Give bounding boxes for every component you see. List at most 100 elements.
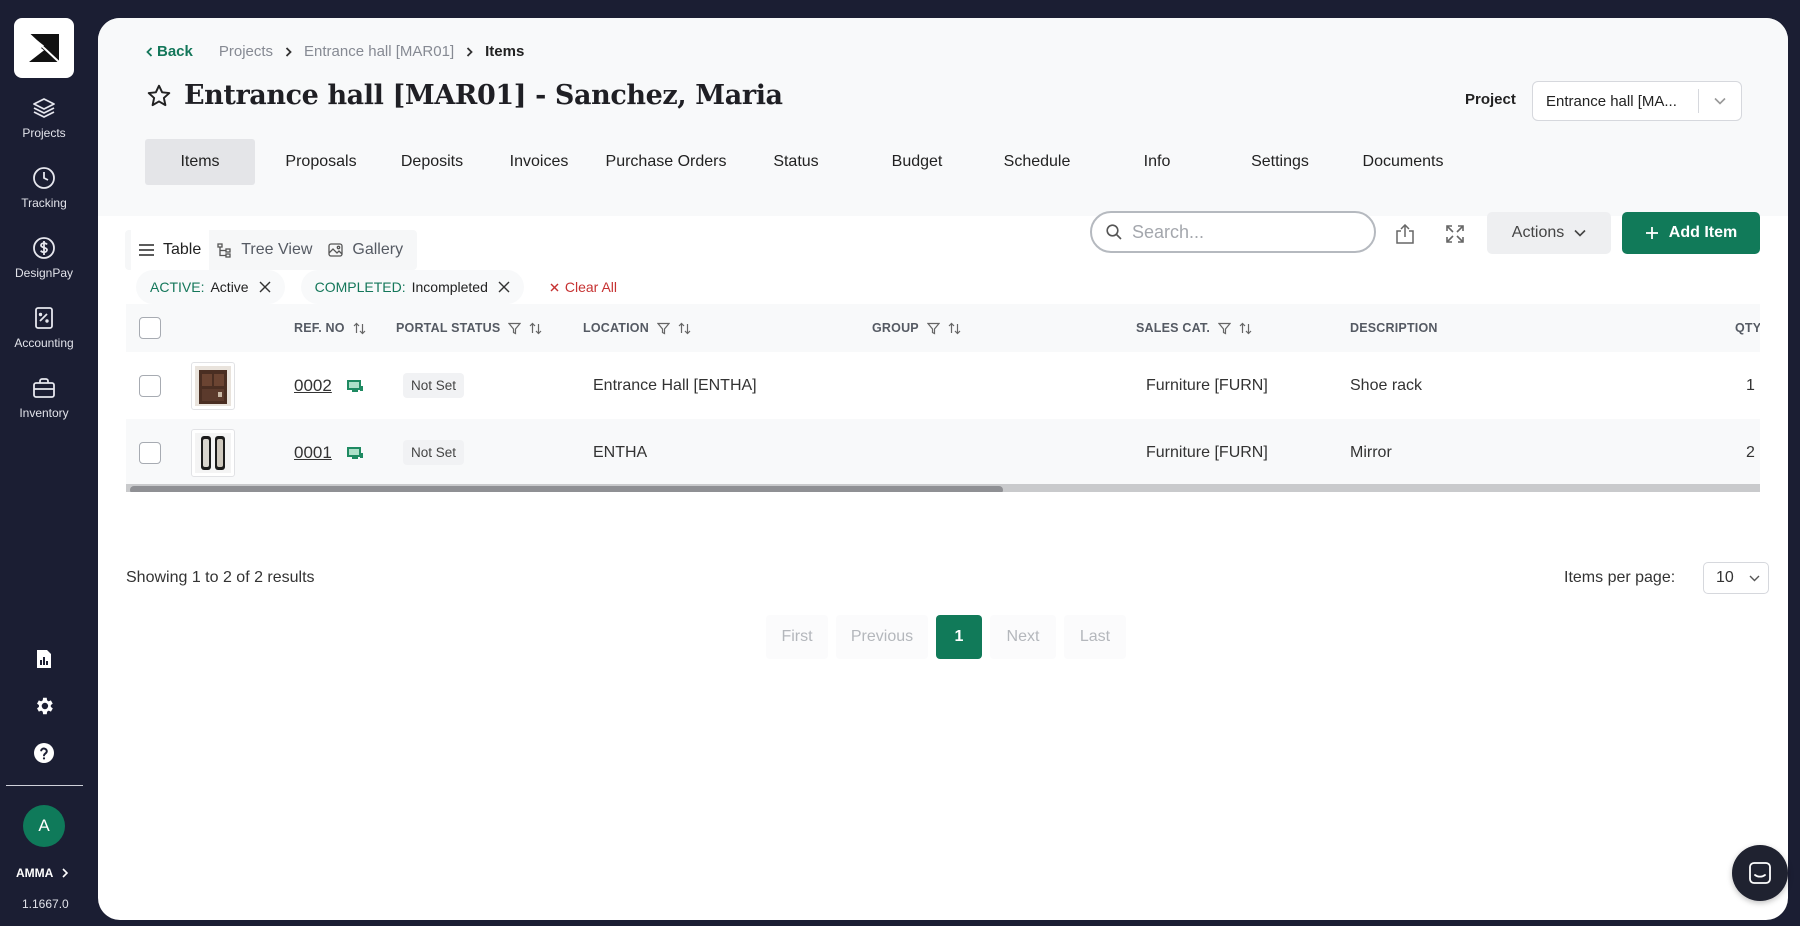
tab-bar: Items Proposals Deposits Invoices Purcha… <box>145 139 1459 185</box>
item-thumbnail[interactable] <box>191 352 235 419</box>
item-thumbnail[interactable] <box>191 419 235 486</box>
sidebar-item-inventory[interactable]: Inventory <box>0 376 88 420</box>
org-switcher[interactable]: AMMA <box>16 866 69 880</box>
row-checkbox[interactable] <box>139 352 161 419</box>
page-first-button[interactable]: First <box>766 615 828 659</box>
sort-icon[interactable] <box>529 322 542 335</box>
page-previous-button[interactable]: Previous <box>836 615 928 659</box>
tab-invoices[interactable]: Invoices <box>477 139 601 185</box>
ref-no-link[interactable]: 0002 <box>294 376 332 396</box>
sidebar-item-tracking[interactable]: Tracking <box>0 166 88 210</box>
filter-icon[interactable] <box>926 322 940 335</box>
actions-button[interactable]: Actions <box>1487 212 1611 254</box>
tab-purchase-orders[interactable]: Purchase Orders <box>601 139 731 185</box>
export-button[interactable] <box>1391 220 1419 248</box>
page-last-button[interactable]: Last <box>1064 615 1126 659</box>
filter-value: Incompleted <box>411 279 488 295</box>
filter-icon[interactable] <box>1218 322 1231 335</box>
page-next-button[interactable]: Next <box>990 615 1056 659</box>
report-icon <box>37 650 51 668</box>
page-number-button[interactable]: 1 <box>936 615 982 659</box>
scrollbar-thumb[interactable] <box>130 486 1003 492</box>
sort-icon[interactable] <box>1239 322 1252 335</box>
column-sales-cat[interactable]: SALES CAT. <box>1136 304 1252 352</box>
sidebar-item-projects[interactable]: Projects <box>0 96 88 140</box>
image-icon <box>328 243 344 257</box>
ref-no-link[interactable]: 0001 <box>294 443 332 463</box>
project-selector-value: Entrance hall [MA... <box>1546 92 1677 110</box>
fullscreen-button[interactable] <box>1441 220 1469 248</box>
tab-info[interactable]: Info <box>1101 139 1213 185</box>
back-link[interactable]: Back <box>146 43 193 60</box>
pagination: First Previous 1 Next Last <box>766 615 1126 659</box>
column-label: GROUP <box>872 321 919 335</box>
tab-status[interactable]: Status <box>731 139 861 185</box>
plus-icon <box>1645 227 1658 239</box>
sort-icon[interactable] <box>678 322 691 335</box>
layers-icon <box>33 98 55 118</box>
row-checkbox[interactable] <box>139 419 161 486</box>
app-version: 1.1667.0 <box>22 897 69 911</box>
project-selector[interactable]: Entrance hall [MA... <box>1532 81 1742 121</box>
breadcrumb-project[interactable]: Entrance hall [MAR01] <box>304 43 454 60</box>
gear-icon <box>37 697 53 715</box>
tab-proposals[interactable]: Proposals <box>255 139 387 185</box>
remove-filter-button[interactable] <box>259 281 271 293</box>
ref-no-cell: 0002 <box>294 352 364 419</box>
reports-button[interactable] <box>30 645 58 673</box>
sort-icon[interactable] <box>353 322 366 335</box>
tab-documents[interactable]: Documents <box>1347 139 1459 185</box>
add-item-button[interactable]: Add Item <box>1622 212 1760 254</box>
settings-button[interactable] <box>30 692 58 720</box>
clear-all-label: Clear All <box>564 279 618 295</box>
tab-items[interactable]: Items <box>145 139 255 185</box>
help-button[interactable] <box>30 739 58 767</box>
status-badge: Not Set <box>403 373 465 398</box>
sidebar-item-accounting[interactable]: Accounting <box>0 306 88 350</box>
items-per-page-select[interactable]: 10 <box>1703 562 1769 594</box>
sidebar-item-label: Projects <box>22 126 66 140</box>
chat-launcher[interactable] <box>1732 845 1788 901</box>
calculator-icon <box>35 307 53 329</box>
results-summary: Showing 1 to 2 of 2 results <box>126 569 315 586</box>
column-ref-no[interactable]: REF. NO <box>294 304 366 352</box>
select-all-checkbox[interactable] <box>139 304 161 352</box>
chevron-right-icon <box>466 46 473 57</box>
filter-icon[interactable] <box>508 322 522 335</box>
table-row[interactable]: 0001 Not Set ENTHA Furniture [FURN] Mirr… <box>126 419 1760 486</box>
column-description[interactable]: DESCRIPTION <box>1350 304 1438 352</box>
title-row: Entrance hall [MAR01] - Sanchez, Maria <box>146 80 783 111</box>
sort-icon[interactable] <box>948 322 961 335</box>
tab-deposits[interactable]: Deposits <box>387 139 477 185</box>
search-input[interactable] <box>1132 221 1352 243</box>
column-group[interactable]: GROUP <box>872 304 961 352</box>
clear-all-filters-button[interactable]: Clear All <box>550 279 617 295</box>
chevron-right-icon <box>62 868 69 878</box>
favorite-button[interactable] <box>146 83 172 109</box>
column-qty[interactable]: QTY <box>1735 304 1760 352</box>
column-portal-status[interactable]: PORTAL STATUS <box>396 304 542 352</box>
column-label: REF. NO <box>294 321 345 335</box>
list-icon <box>139 244 154 256</box>
tab-settings[interactable]: Settings <box>1213 139 1347 185</box>
sidebar-item-designpay[interactable]: DesignPay <box>0 236 88 280</box>
view-table[interactable]: Table <box>131 230 210 270</box>
view-tree[interactable]: Tree View <box>209 230 320 270</box>
breadcrumb-projects[interactable]: Projects <box>219 43 273 60</box>
column-location[interactable]: LOCATION <box>583 304 691 352</box>
tree-icon <box>217 242 231 258</box>
filter-icon[interactable] <box>656 322 670 335</box>
table-row[interactable]: 0002 Not Set Entrance Hall [ENTHA] Furni… <box>126 352 1760 419</box>
tab-schedule[interactable]: Schedule <box>973 139 1101 185</box>
remove-filter-button[interactable] <box>498 281 510 293</box>
view-gallery[interactable]: Gallery <box>320 230 411 270</box>
qty-cell: 2 <box>1746 443 1755 461</box>
chevron-down-icon <box>1749 575 1760 581</box>
tab-budget[interactable]: Budget <box>861 139 973 185</box>
location-cell: Entrance Hall [ENTHA] <box>593 376 757 394</box>
app-logo[interactable] <box>14 18 74 78</box>
avatar[interactable]: A <box>23 805 65 847</box>
page-title: Entrance hall [MAR01] - Sanchez, Maria <box>184 80 783 111</box>
horizontal-scrollbar[interactable] <box>126 484 1760 492</box>
org-name: AMMA <box>16 866 54 880</box>
